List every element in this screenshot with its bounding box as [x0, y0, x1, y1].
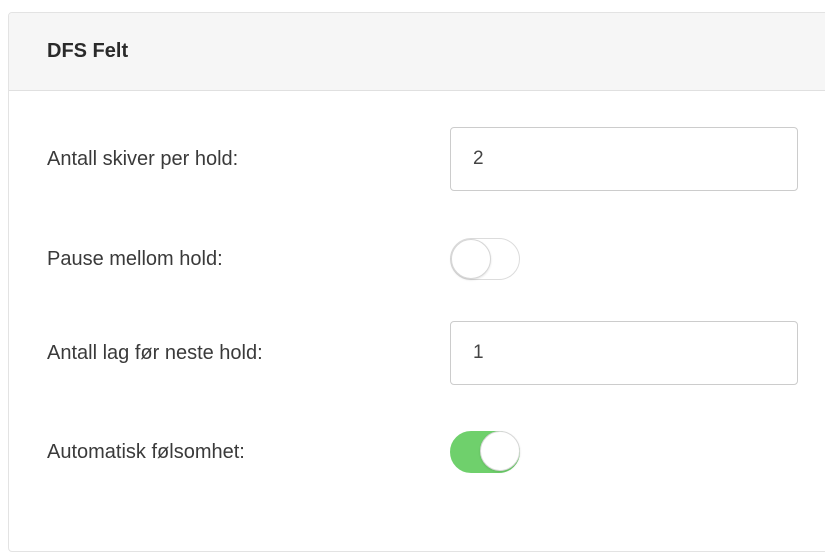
teams-before-next-round-input[interactable] [450, 321, 798, 385]
toggle-knob [480, 431, 520, 471]
setting-label-pause-between-rounds: Pause mellom hold: [47, 247, 223, 270]
setting-row-discs-per-round: Antall skiver per hold: [47, 127, 798, 191]
setting-row-teams-before-next-round: Antall lag før neste hold: [47, 321, 798, 385]
toggle-knob [451, 239, 491, 279]
pause-between-rounds-toggle[interactable] [450, 238, 520, 280]
panel-header: DFS Felt [9, 13, 825, 91]
setting-label-teams-before-next-round: Antall lag før neste hold: [47, 341, 263, 364]
setting-row-automatic-sensitivity: Automatisk følsomhet: [47, 431, 520, 473]
discs-per-round-input[interactable] [450, 127, 798, 191]
dfs-felt-panel: DFS Felt Antall skiver per hold: Pause m… [8, 12, 825, 552]
panel-title: DFS Felt [47, 40, 129, 62]
automatic-sensitivity-toggle[interactable] [450, 431, 520, 473]
setting-label-automatic-sensitivity: Automatisk følsomhet: [47, 440, 245, 463]
setting-row-pause-between-rounds: Pause mellom hold: [47, 238, 520, 280]
setting-label-discs-per-round: Antall skiver per hold: [47, 147, 239, 170]
